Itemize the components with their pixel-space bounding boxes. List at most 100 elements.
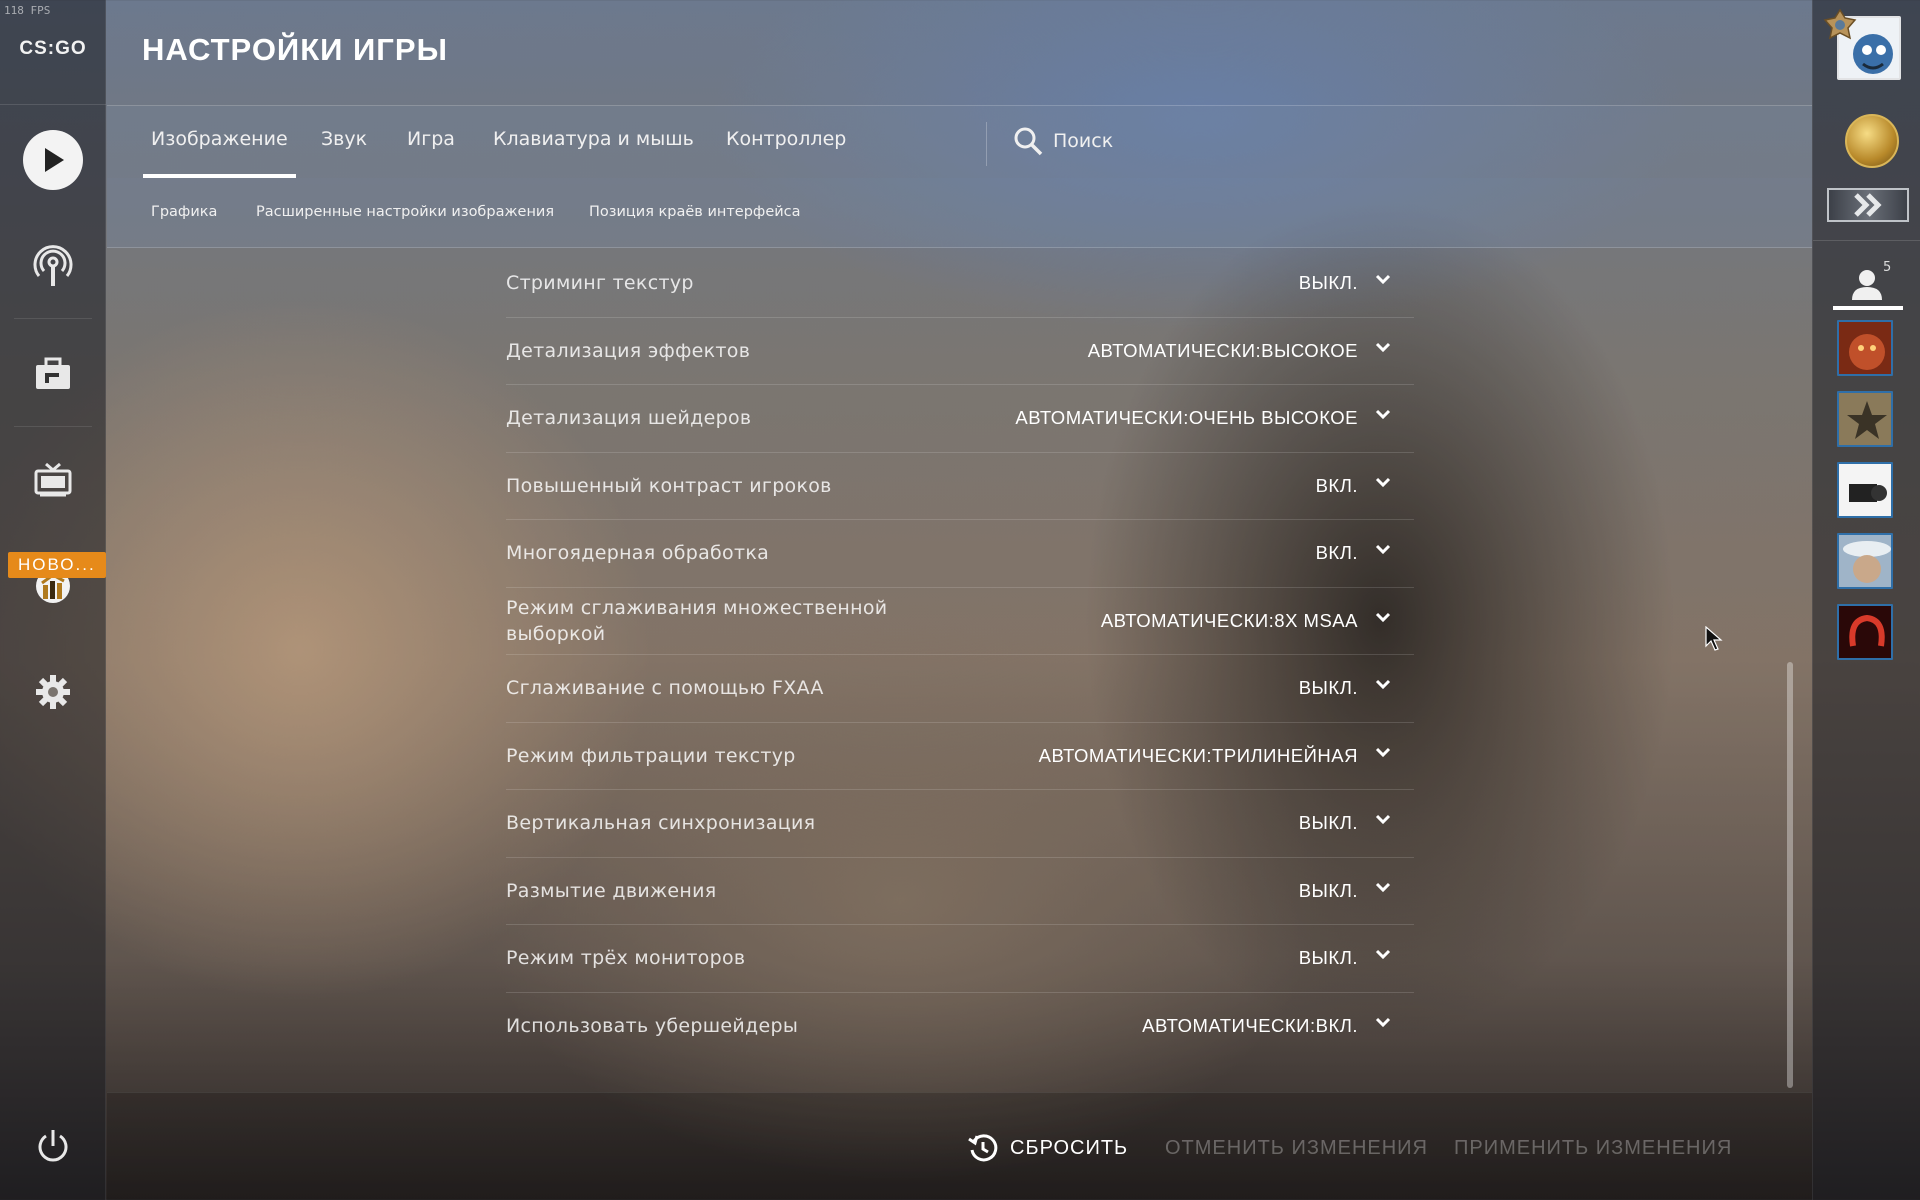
chevron-down-icon[interactable]: [1374, 609, 1392, 627]
history-icon: [968, 1134, 998, 1162]
watch-broadcast-button[interactable]: [23, 236, 83, 296]
watch-button[interactable]: [23, 450, 83, 510]
person-icon: [1852, 270, 1882, 300]
apply-changes-button[interactable]: ПРИМЕНИТЬ ИЗМЕНЕНИЯ: [1454, 1137, 1732, 1160]
setting-value-dropdown[interactable]: ВЫКЛ.: [1299, 880, 1358, 902]
setting-value-dropdown[interactable]: ВЫКЛ.: [1299, 812, 1358, 834]
friend-avatar-image: [1839, 322, 1891, 374]
left-sidebar: 118 FPS CS:GO НОВО...: [0, 0, 106, 1200]
search-icon: [1014, 127, 1043, 156]
play-button[interactable]: [23, 130, 83, 190]
setting-row-shader-detail[interactable]: Детализация шейдеров АВТОМАТИЧЕСКИ:ОЧЕНЬ…: [506, 385, 1414, 453]
setting-label: Размытие движения: [506, 879, 717, 902]
tab-sound[interactable]: Звук: [321, 128, 367, 178]
chevron-down-icon[interactable]: [1374, 406, 1392, 424]
setting-value-dropdown[interactable]: АВТОМАТИЧЕСКИ:ОЧЕНЬ ВЫСОКОЕ: [1015, 407, 1358, 429]
friends-count: 5: [1883, 260, 1892, 275]
reset-button[interactable]: СБРОСИТЬ: [968, 1133, 1128, 1163]
setting-row-ubershaders[interactable]: Использовать убершейдеры АВТОМАТИЧЕСКИ:В…: [506, 993, 1414, 1061]
sub-tabs: Графика Расширенные настройки изображени…: [107, 178, 1812, 248]
setting-value-dropdown[interactable]: АВТОМАТИЧЕСКИ:8X MSAA: [1101, 610, 1358, 632]
setting-value-dropdown[interactable]: ВЫКЛ.: [1299, 677, 1358, 699]
chevron-down-icon[interactable]: [1374, 474, 1392, 492]
inventory-button[interactable]: [23, 344, 83, 404]
setting-row-triple-monitor[interactable]: Режим трёх мониторов ВЫКЛ.: [506, 925, 1414, 993]
setting-value-dropdown[interactable]: ВКЛ.: [1316, 475, 1358, 497]
setting-value-dropdown[interactable]: ВЫКЛ.: [1299, 947, 1358, 969]
search-button[interactable]: Поиск: [1013, 126, 1113, 156]
friend-avatar[interactable]: [1837, 462, 1893, 518]
tab-game[interactable]: Игра: [407, 128, 455, 178]
setting-row-texture-streaming[interactable]: Стриминг текстур ВЫКЛ.: [506, 250, 1414, 318]
setting-label: Детализация эффектов: [506, 339, 751, 362]
chevron-down-icon[interactable]: [1374, 339, 1392, 357]
setting-value-dropdown[interactable]: АВТОМАТИЧЕСКИ:ВКЛ.: [1142, 1015, 1358, 1037]
divider: [1813, 240, 1920, 241]
power-icon: [38, 1130, 68, 1162]
friend-avatar[interactable]: [1837, 604, 1893, 660]
fps-counter: 118 FPS: [4, 4, 51, 17]
friend-avatar[interactable]: [1837, 320, 1893, 376]
csgo-logo[interactable]: CS:GO: [0, 38, 106, 60]
divider: [14, 426, 92, 427]
setting-row-player-contrast[interactable]: Повышенный контраст игроков ВКЛ.: [506, 453, 1414, 520]
tab-image[interactable]: Изображение: [143, 128, 296, 178]
settings-scrollbar[interactable]: [1787, 662, 1793, 1088]
settings-list: Стриминг текстур ВЫКЛ. Детализация эффек…: [506, 250, 1414, 1060]
reset-label: СБРОСИТЬ: [1010, 1136, 1129, 1159]
gear-icon: [36, 675, 70, 709]
friend-avatar-image: [1839, 393, 1891, 445]
divider: [986, 122, 987, 166]
setting-row-fxaa[interactable]: Сглаживание с помощью FXAA ВЫКЛ.: [506, 655, 1414, 723]
setting-label: Вертикальная синхронизация: [506, 812, 816, 835]
setting-row-motion-blur[interactable]: Размытие движения ВЫКЛ.: [506, 858, 1414, 925]
right-sidebar: 5: [1812, 0, 1920, 1200]
setting-label: Сглаживание с помощью FXAA: [506, 677, 824, 700]
service-medal-icon: [1823, 8, 1857, 40]
subtab-hud-edge[interactable]: Позиция краёв интерфейса: [589, 204, 801, 220]
chevron-down-icon[interactable]: [1374, 676, 1392, 694]
subtab-graphics[interactable]: Графика: [151, 204, 217, 220]
divider: [0, 104, 106, 105]
subtab-advanced-video[interactable]: Расширенные настройки изображения: [256, 204, 554, 220]
chevron-down-icon[interactable]: [1374, 811, 1392, 829]
chevron-down-icon[interactable]: [1374, 744, 1392, 762]
friend-avatar[interactable]: [1837, 533, 1893, 589]
chevron-down-icon[interactable]: [1374, 271, 1392, 289]
setting-value-dropdown[interactable]: ВКЛ.: [1316, 542, 1358, 564]
footer-bar: СБРОСИТЬ ОТМЕНИТЬ ИЗМЕНЕНИЯ ПРИМЕНИТЬ ИЗ…: [107, 1092, 1812, 1200]
friend-avatar[interactable]: [1837, 391, 1893, 447]
setting-row-effect-detail[interactable]: Детализация эффектов АВТОМАТИЧЕСКИ:ВЫСОК…: [506, 318, 1414, 385]
tv-icon: [34, 462, 72, 497]
mouse-cursor-icon: [1705, 626, 1723, 651]
setting-label: Режим сглаживания множественной выборкой: [506, 596, 888, 645]
chevron-down-icon[interactable]: [1374, 1014, 1392, 1032]
setting-row-msaa[interactable]: Режим сглаживания множественной выборкой…: [506, 588, 1414, 655]
chevron-down-icon[interactable]: [1374, 541, 1392, 559]
chevron-down-icon[interactable]: [1374, 946, 1392, 964]
setting-label: Повышенный контраст игроков: [506, 474, 832, 497]
friend-avatar-image: [1839, 464, 1891, 516]
skill-group-icon[interactable]: [1827, 188, 1909, 222]
setting-row-vsync[interactable]: Вертикальная синхронизация ВЫКЛ.: [506, 790, 1414, 858]
discard-changes-button[interactable]: ОТМЕНИТЬ ИЗМЕНЕНИЯ: [1165, 1137, 1428, 1160]
level-rank-icon[interactable]: [1845, 114, 1899, 168]
setting-value-dropdown[interactable]: ВЫКЛ.: [1299, 272, 1358, 294]
setting-value-dropdown[interactable]: АВТОМАТИЧЕСКИ:ВЫСОКОЕ: [1088, 340, 1358, 362]
friends-active-indicator: [1833, 306, 1903, 310]
chevron-down-icon[interactable]: [1374, 879, 1392, 897]
setting-row-texture-filtering[interactable]: Режим фильтрации текстур АВТОМАТИЧЕСКИ:Т…: [506, 723, 1414, 790]
chevron-rank-icon: [1854, 193, 1882, 217]
new-badge: НОВО...: [8, 552, 106, 578]
search-label: Поиск: [1053, 130, 1114, 152]
settings-button[interactable]: [23, 662, 83, 722]
setting-label: Многоядерная обработка: [506, 542, 770, 565]
tab-controller[interactable]: Контроллер: [726, 128, 846, 178]
broadcast-icon: [33, 245, 73, 286]
tab-keyboard-mouse[interactable]: Клавиатура и мышь: [493, 128, 694, 178]
quit-button[interactable]: [23, 1116, 83, 1176]
setting-label: Использовать убершейдеры: [506, 1015, 799, 1038]
setting-value-dropdown[interactable]: АВТОМАТИЧЕСКИ:ТРИЛИНЕЙНАЯ: [1039, 745, 1358, 767]
setting-row-multicore[interactable]: Многоядерная обработка ВКЛ.: [506, 520, 1414, 588]
play-icon: [45, 148, 64, 172]
